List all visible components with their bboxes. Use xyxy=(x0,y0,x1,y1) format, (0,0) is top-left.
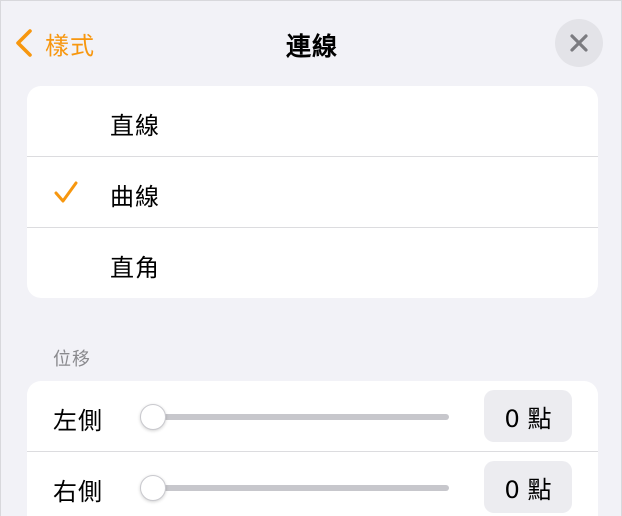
popover-header: 樣式 連線 xyxy=(1,1,622,85)
offset-left-slider-thumb[interactable] xyxy=(140,404,166,430)
close-button[interactable] xyxy=(555,19,603,67)
connection-popover: 樣式 連線 直線 曲線 直角 位移 左側 0 點 右側 0 點 xyxy=(0,0,622,516)
line-type-list: 直線 曲線 直角 xyxy=(27,86,598,298)
line-type-right-angle[interactable]: 直角 xyxy=(27,228,598,298)
offset-right-slider[interactable] xyxy=(153,485,449,491)
offset-right-slider-thumb[interactable] xyxy=(140,475,166,501)
offset-right-value-field[interactable]: 0 點 xyxy=(484,461,572,513)
offset-section-label: 位移 xyxy=(53,349,91,370)
line-type-label: 曲線 xyxy=(110,183,160,211)
offset-right-label: 右側 xyxy=(53,478,103,506)
offset-left-label: 左側 xyxy=(53,407,103,435)
line-type-label: 直線 xyxy=(110,112,160,140)
offset-row-left: 左側 0 點 xyxy=(27,381,598,451)
line-type-curved[interactable]: 曲線 xyxy=(27,157,598,227)
close-icon xyxy=(570,34,588,52)
offset-left-slider[interactable] xyxy=(153,414,449,420)
line-type-straight[interactable]: 直線 xyxy=(27,86,598,156)
checkmark-icon xyxy=(54,181,78,203)
popover-title: 連線 xyxy=(285,32,338,61)
offset-left-value-field[interactable]: 0 點 xyxy=(484,390,572,442)
offset-controls: 左側 0 點 右側 0 點 xyxy=(27,381,598,516)
line-type-label: 直角 xyxy=(110,254,160,282)
offset-row-right: 右側 0 點 xyxy=(27,452,598,516)
